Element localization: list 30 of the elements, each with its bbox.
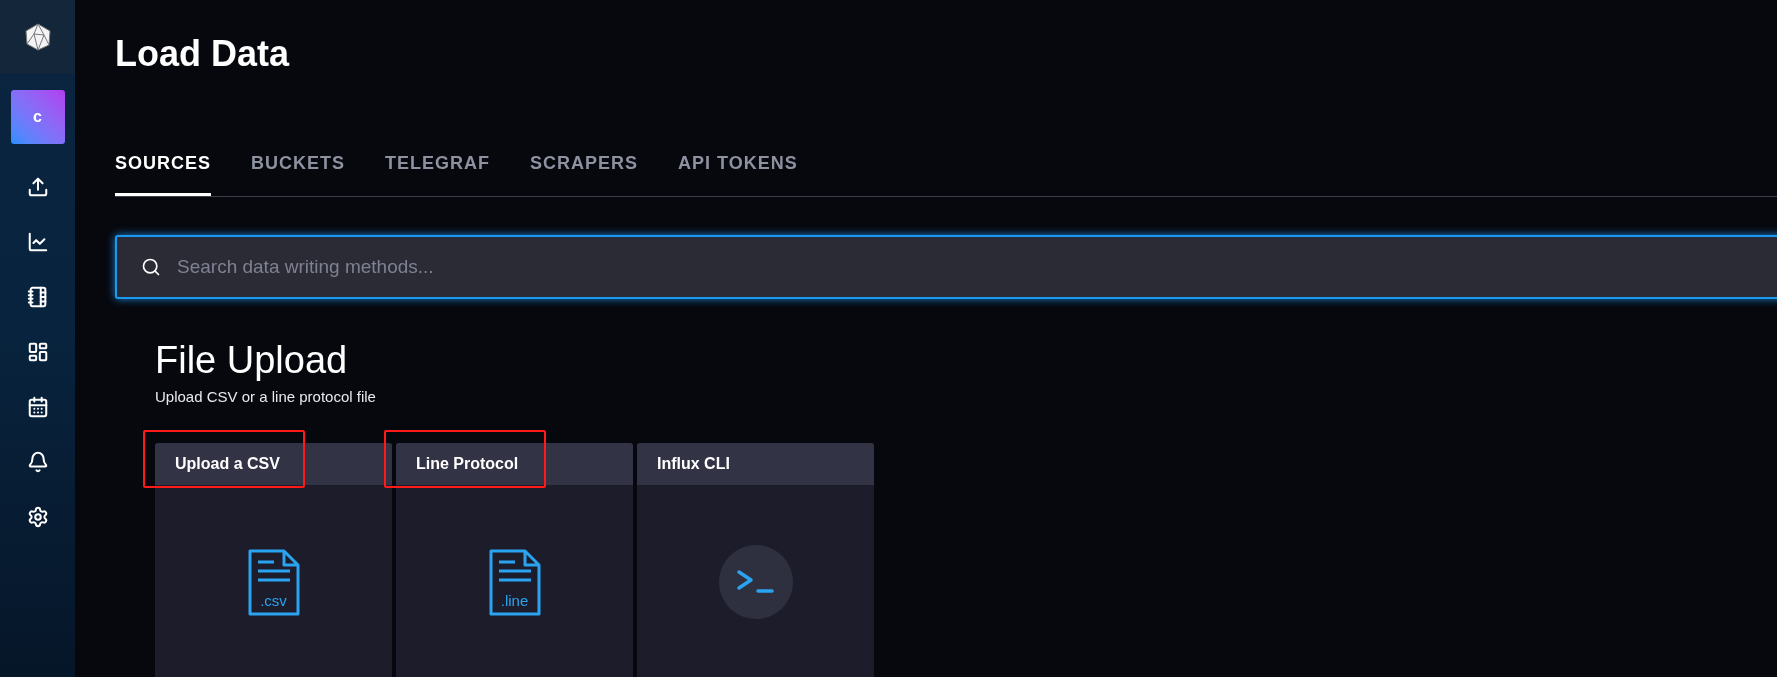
card-title: Line Protocol xyxy=(416,453,519,474)
logo-icon xyxy=(22,22,53,52)
file-extension: .line xyxy=(499,590,530,611)
file-extension: .csv xyxy=(259,590,288,611)
notebook-icon[interactable] xyxy=(26,286,49,308)
calendar-icon[interactable] xyxy=(26,396,49,418)
section-title: File Upload xyxy=(155,338,349,382)
upload-icon[interactable] xyxy=(26,176,49,198)
source-card[interactable]: Upload a CSV .csv xyxy=(155,442,392,677)
org-avatar[interactable]: c xyxy=(10,90,65,144)
source-card[interactable]: Line Protocol .line xyxy=(396,442,633,677)
page-title: Load Data xyxy=(115,32,291,76)
tab[interactable]: SOURCES xyxy=(115,150,211,196)
file-icon xyxy=(247,548,300,616)
file-icon xyxy=(488,548,541,616)
tab[interactable]: API TOKENS xyxy=(678,150,798,196)
chart-icon[interactable] xyxy=(26,231,49,253)
bell-icon[interactable] xyxy=(26,451,49,473)
search-icon xyxy=(141,257,161,277)
card-title: Upload a CSV xyxy=(175,453,280,474)
source-card[interactable]: Influx CLI xyxy=(637,442,874,677)
search-input[interactable]: Search data writing methods... xyxy=(177,252,1777,282)
settings-icon[interactable] xyxy=(26,506,49,528)
card-title: Influx CLI xyxy=(657,453,730,474)
section-subtitle: Upload CSV or a line protocol file xyxy=(155,387,377,407)
search-field[interactable]: Search data writing methods... xyxy=(115,235,1777,299)
tab[interactable]: TELEGRAF xyxy=(385,150,491,196)
tab[interactable]: SCRAPERS xyxy=(530,150,639,196)
dashboard-icon[interactable] xyxy=(26,341,49,363)
tab[interactable]: BUCKETS xyxy=(251,150,346,196)
